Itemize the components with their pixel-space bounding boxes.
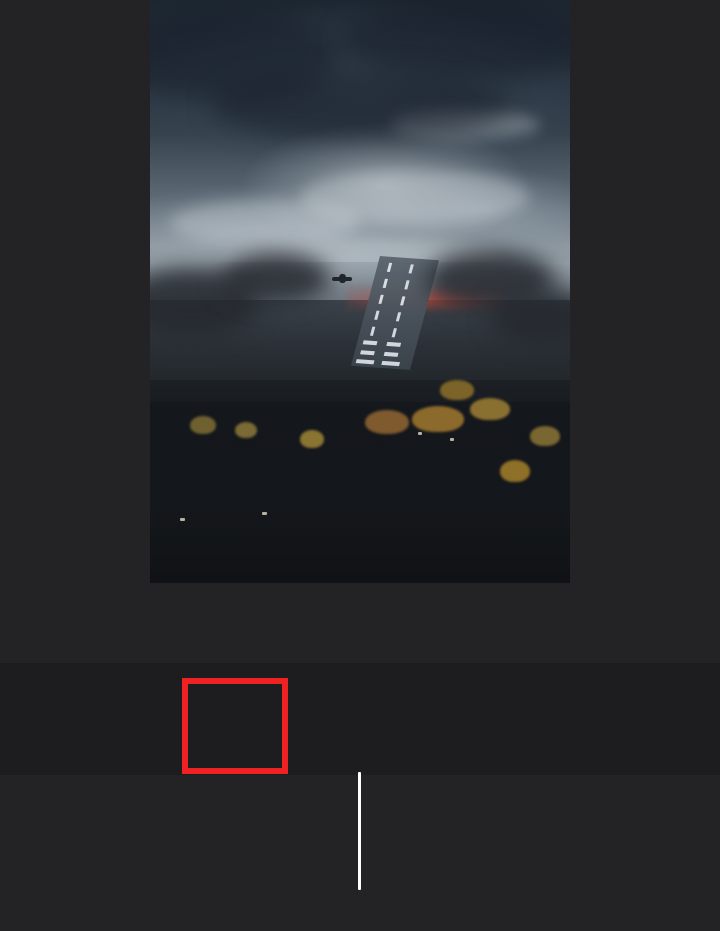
city-layer (150, 380, 570, 583)
video-editor-app: CANVAS MUSIC STICKER (0, 0, 720, 931)
airplane (332, 274, 352, 283)
editing-toolbar: CANVAS MUSIC STICKER (0, 663, 720, 775)
preview-area (0, 0, 720, 597)
video-preview[interactable] (150, 0, 570, 583)
playback-bar (0, 597, 720, 663)
playhead[interactable] (358, 772, 361, 890)
